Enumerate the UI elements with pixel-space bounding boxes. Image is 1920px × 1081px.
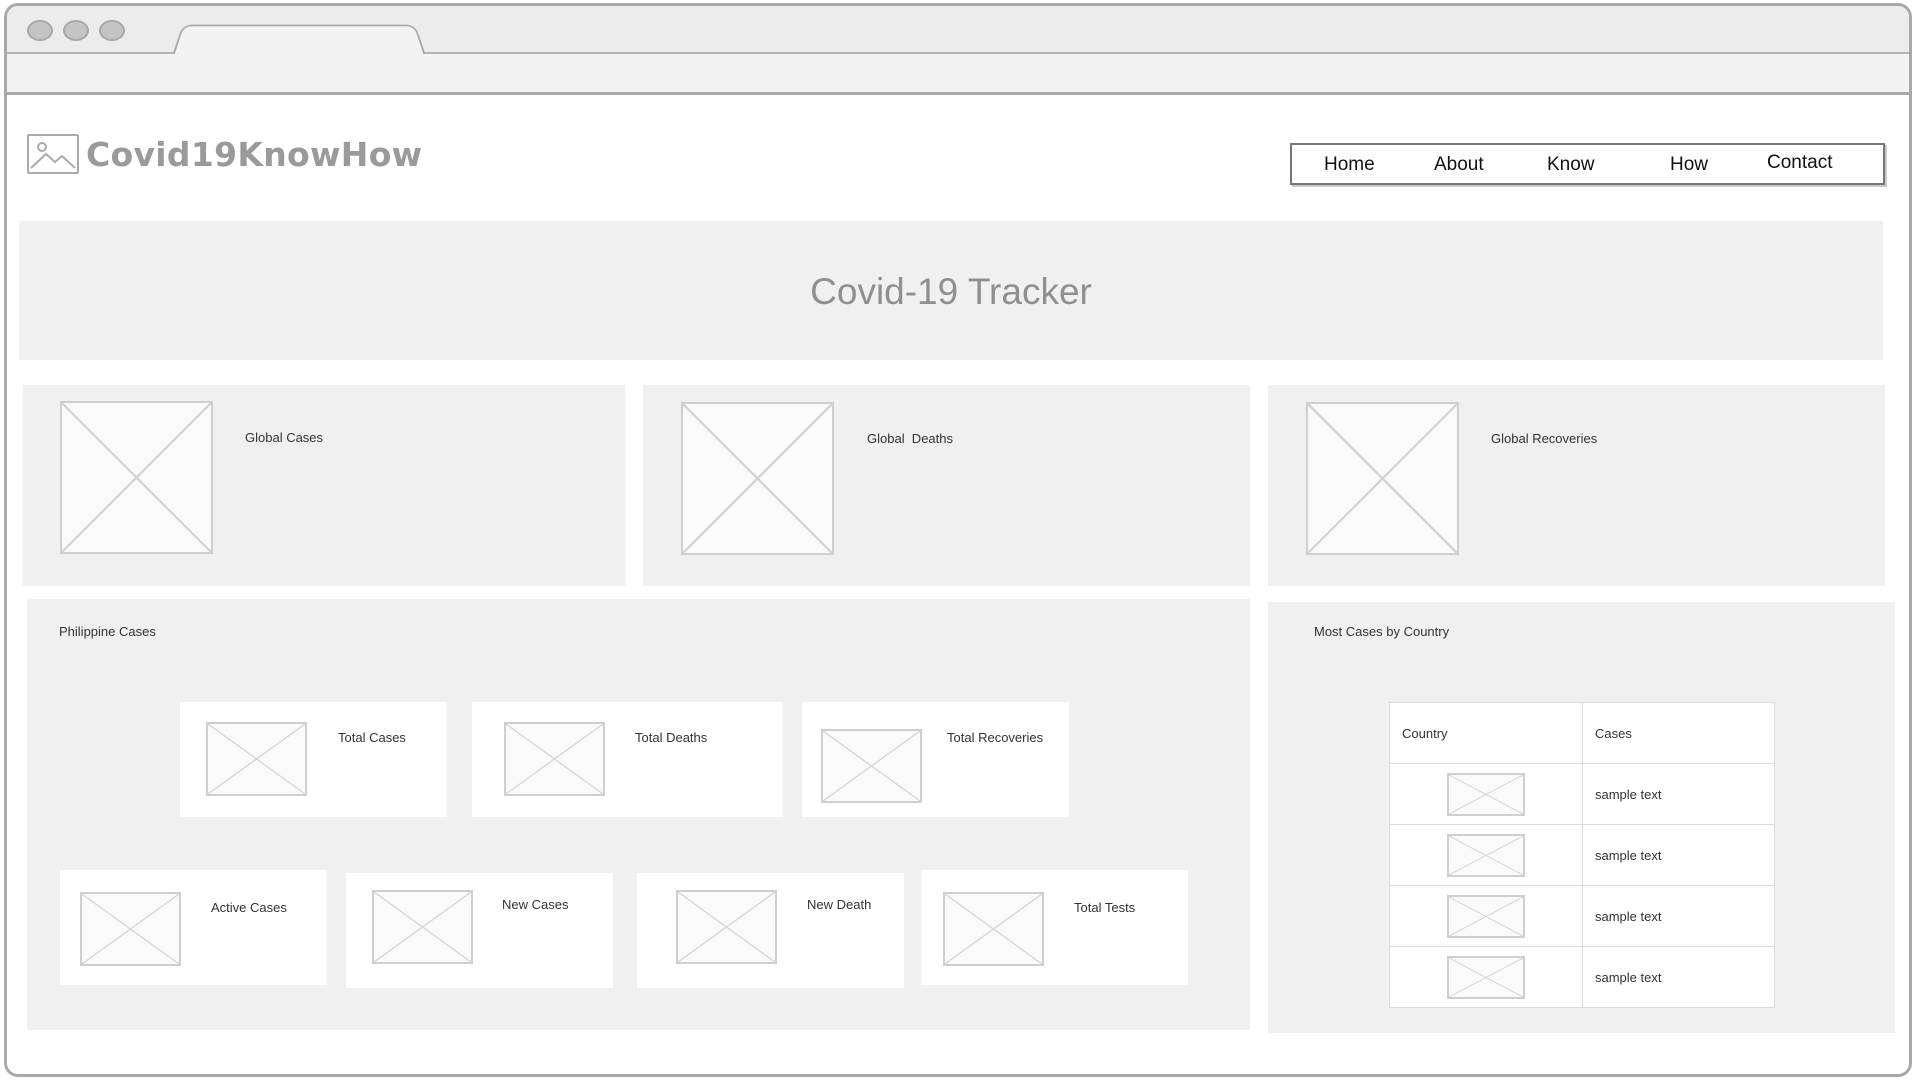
flag-image-placeholder bbox=[1447, 772, 1525, 816]
new-death-card: New Death bbox=[637, 873, 904, 988]
global-deaths-label: Global Deaths bbox=[867, 431, 953, 446]
total-cases-card: Total Cases bbox=[180, 702, 447, 817]
philippine-cases-panel: Philippine Cases Total Cases Total Death… bbox=[27, 599, 1250, 1030]
table-row[interactable]: sample text bbox=[1389, 824, 1775, 886]
cases-cell: sample text bbox=[1582, 946, 1775, 1008]
logo-image-icon bbox=[27, 134, 79, 174]
nav-contact[interactable]: Contact bbox=[1767, 152, 1832, 174]
global-recoveries-panel: Global Recoveries bbox=[1268, 385, 1885, 586]
country-flag-cell bbox=[1389, 885, 1583, 947]
table-row[interactable]: sample text bbox=[1389, 885, 1775, 947]
cases-cell: sample text bbox=[1582, 763, 1775, 825]
browser-titlebar bbox=[7, 6, 1909, 56]
total-tests-label: Total Tests bbox=[1074, 900, 1136, 915]
total-tests-image-placeholder bbox=[943, 892, 1044, 966]
window-close-dot[interactable] bbox=[27, 20, 53, 41]
table-header-row: Country Cases bbox=[1389, 702, 1775, 764]
global-recoveries-image-placeholder bbox=[1306, 402, 1459, 555]
global-cases-label: Global Cases bbox=[245, 430, 324, 445]
main-nav: Home About Know How Contact bbox=[1290, 143, 1885, 185]
philippine-cases-title: Philippine Cases bbox=[59, 624, 156, 639]
table-row[interactable]: sample text bbox=[1389, 763, 1775, 825]
nav-about[interactable]: About bbox=[1434, 154, 1484, 176]
country-column-header: Country bbox=[1389, 702, 1583, 764]
window-minimize-dot[interactable] bbox=[63, 20, 89, 41]
cases-cell: sample text bbox=[1582, 885, 1775, 947]
flag-image-placeholder bbox=[1447, 894, 1525, 938]
active-cases-label: Active Cases bbox=[211, 900, 287, 915]
most-cases-title: Most Cases by Country bbox=[1314, 624, 1450, 639]
address-bar[interactable] bbox=[7, 54, 1909, 95]
country-flag-cell bbox=[1389, 824, 1583, 886]
total-cases-label: Total Cases bbox=[338, 730, 406, 745]
page-title: Covid-19 Tracker bbox=[810, 271, 1092, 312]
total-cases-image-placeholder bbox=[206, 722, 307, 796]
new-cases-image-placeholder bbox=[372, 890, 473, 964]
new-cases-label: New Cases bbox=[502, 897, 569, 912]
global-cases-panel: Global Cases bbox=[23, 385, 625, 586]
total-deaths-label: Total Deaths bbox=[635, 730, 708, 745]
total-recoveries-card: Total Recoveries bbox=[802, 702, 1069, 817]
country-flag-cell bbox=[1389, 946, 1583, 1008]
total-recoveries-label: Total Recoveries bbox=[947, 730, 1044, 745]
brand-name[interactable]: Covid19KnowHow bbox=[86, 135, 422, 174]
nav-home[interactable]: Home bbox=[1324, 154, 1375, 176]
active-cases-image-placeholder bbox=[80, 892, 181, 966]
active-cases-card: Active Cases bbox=[60, 870, 327, 985]
total-recoveries-image-placeholder bbox=[821, 729, 922, 803]
global-deaths-image-placeholder bbox=[681, 402, 834, 555]
window-maximize-dot[interactable] bbox=[99, 20, 125, 41]
countries-table: Country Cases sample text sample text sa… bbox=[1389, 702, 1775, 1008]
global-deaths-panel: Global Deaths bbox=[643, 385, 1250, 586]
table-row[interactable]: sample text bbox=[1389, 946, 1775, 1008]
cases-column-header: Cases bbox=[1582, 702, 1775, 764]
country-flag-cell bbox=[1389, 763, 1583, 825]
total-tests-card: Total Tests bbox=[921, 870, 1188, 985]
cases-cell: sample text bbox=[1582, 824, 1775, 886]
total-deaths-image-placeholder bbox=[504, 722, 605, 796]
global-cases-image-placeholder bbox=[60, 401, 213, 554]
nav-how[interactable]: How bbox=[1670, 154, 1708, 176]
new-death-image-placeholder bbox=[676, 890, 777, 964]
hero-banner: Covid-19 Tracker bbox=[19, 221, 1883, 360]
nav-know[interactable]: Know bbox=[1547, 154, 1595, 176]
browser-tab[interactable] bbox=[172, 24, 426, 56]
flag-image-placeholder bbox=[1447, 833, 1525, 877]
global-recoveries-label: Global Recoveries bbox=[1491, 431, 1598, 446]
new-cases-card: New Cases bbox=[346, 873, 613, 988]
total-deaths-card: Total Deaths bbox=[472, 702, 783, 817]
new-death-label: New Death bbox=[807, 897, 872, 912]
flag-image-placeholder bbox=[1447, 955, 1525, 999]
